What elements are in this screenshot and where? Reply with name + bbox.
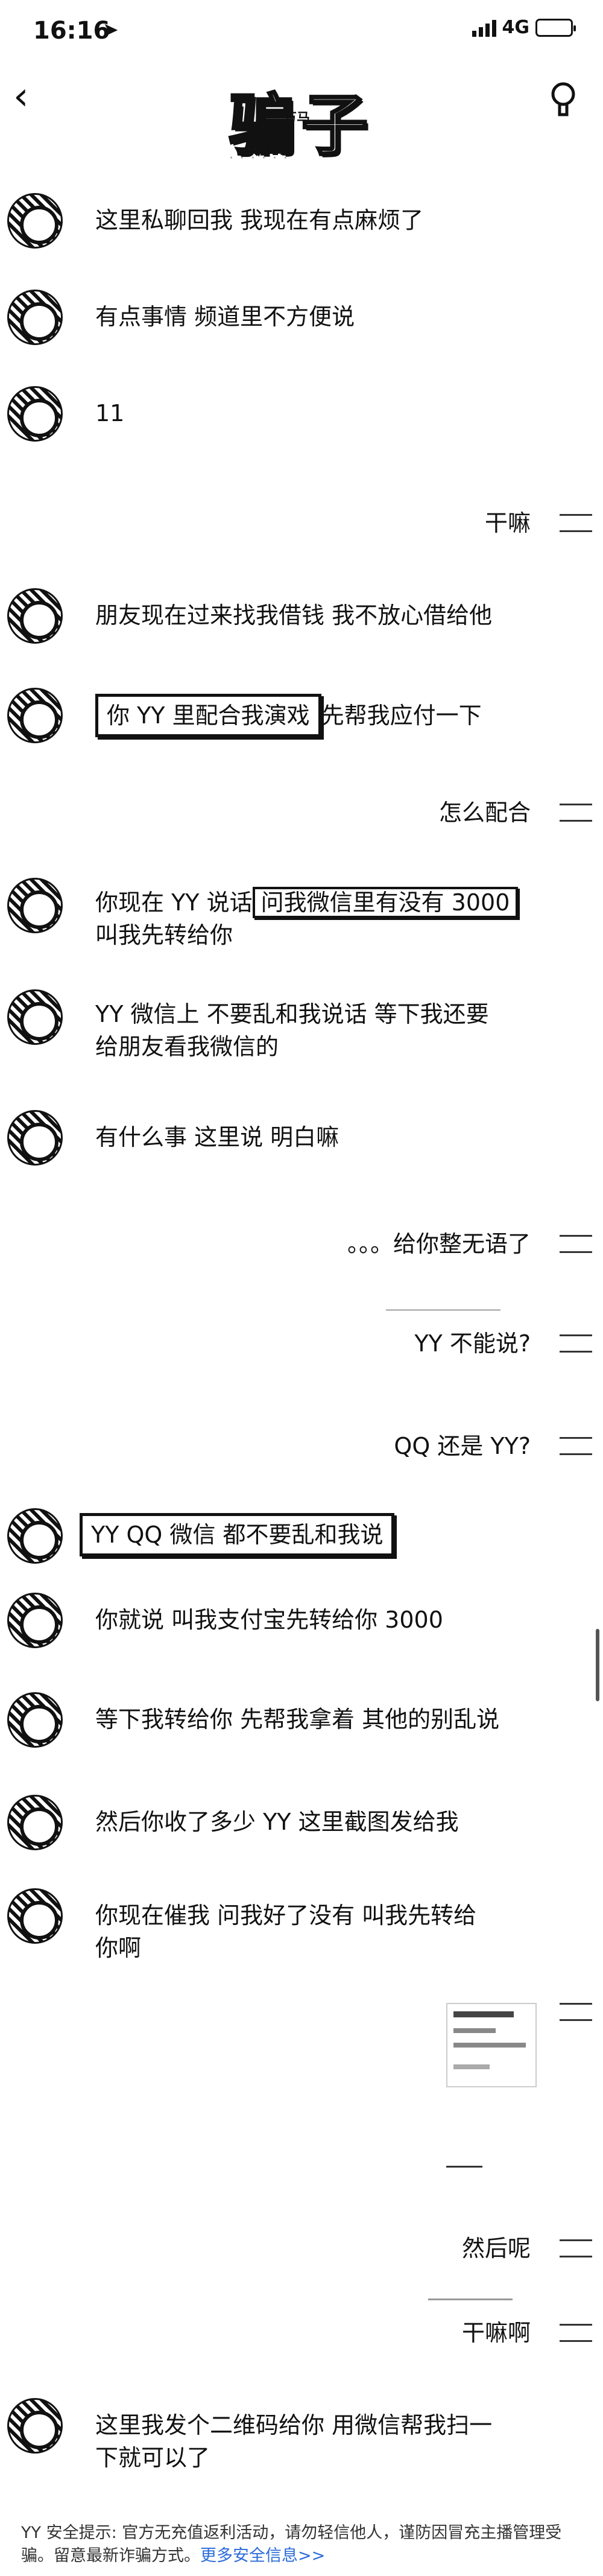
divider bbox=[446, 2166, 482, 2168]
scrollbar[interactable] bbox=[596, 1629, 599, 1701]
status-bar: 16:16 ➤ 4G bbox=[0, 0, 603, 60]
status-time: 16:16 bbox=[33, 17, 110, 45]
avatar[interactable] bbox=[7, 878, 63, 933]
message-line2: 给朋友看我微信的 bbox=[95, 1033, 279, 1060]
highlight-box: YY QQ 微信 都不要乱和我说 bbox=[80, 1513, 395, 1556]
highlight-box: 问我微信里有没有 3000 bbox=[252, 887, 519, 918]
message-text: 你 YY 里配合我演戏 先帮我应付一下 bbox=[95, 694, 482, 737]
message-text: 朋友现在过来找我借钱 我不放心借给他 bbox=[95, 602, 493, 629]
self-avatar[interactable] bbox=[560, 2239, 592, 2257]
avatar[interactable] bbox=[7, 193, 63, 249]
message-text: 等下我转给你 先帮我拿着 其他的别乱说 bbox=[95, 1706, 500, 1733]
self-avatar[interactable] bbox=[560, 2003, 592, 2021]
avatar[interactable] bbox=[7, 1593, 63, 1648]
message-text: 这里我发个二维码给你 用微信帮我扫一 下就可以了 bbox=[95, 2409, 492, 2474]
message-text: 这里私聊回我 我现在有点麻烦了 bbox=[95, 207, 424, 233]
message-text: 怎么配合 bbox=[438, 799, 531, 826]
self-avatar[interactable] bbox=[560, 514, 592, 532]
image-message[interactable] bbox=[446, 2003, 537, 2087]
divider bbox=[428, 2298, 513, 2300]
avatar[interactable] bbox=[7, 1692, 63, 1748]
title-mark: 万马 bbox=[283, 111, 311, 126]
message-text: 11 bbox=[95, 400, 125, 427]
message-text: YY 微信上 不要乱和我说话 等下我还要 给朋友看我微信的 bbox=[95, 998, 489, 1063]
message-text: 你就说 叫我支付宝先转给你 3000 bbox=[95, 1607, 443, 1633]
avatar[interactable] bbox=[7, 1888, 63, 1944]
avatar[interactable] bbox=[7, 1508, 63, 1564]
message-line2: 下就可以了 bbox=[95, 2444, 210, 2471]
message-text: 干嘛啊 bbox=[461, 2320, 531, 2346]
message-line1: 你现在催我 问我好了没有 叫我先转给 bbox=[95, 1902, 477, 1929]
status-right: 4G bbox=[472, 17, 576, 38]
message-text: 你现在 YY 说话 问我微信里有没有 3000 叫我先转给你 bbox=[95, 886, 519, 951]
message-pre: 你现在 YY 说话 bbox=[95, 889, 253, 916]
self-avatar[interactable] bbox=[560, 1235, 592, 1253]
more-safety-link[interactable]: 更多安全信息>> bbox=[200, 2546, 325, 2565]
message-text: 有点事情 频道里不方便说 bbox=[95, 303, 355, 330]
message-text: 有什么事 这里说 明白嘛 bbox=[95, 1124, 339, 1150]
network-label: 4G bbox=[502, 17, 530, 38]
message-text: 干嘛 bbox=[484, 510, 531, 536]
message-line1: YY 微信上 不要乱和我说话 等下我还要 bbox=[95, 1001, 489, 1027]
divider bbox=[386, 1309, 500, 1311]
avatar[interactable] bbox=[7, 1795, 63, 1850]
safety-label: YY 安全提示: bbox=[21, 2524, 117, 2542]
nav-bar: ‹ 骗子 万马 · · · · · · bbox=[0, 60, 603, 166]
location-arrow-icon: ➤ bbox=[103, 18, 119, 41]
battery-icon bbox=[535, 18, 576, 37]
page-subtitle: · · · · · · bbox=[229, 151, 289, 166]
message-text: 你现在催我 问我好了没有 叫我先转给 你啊 bbox=[95, 1899, 476, 1964]
message-text: 然后你收了多少 YY 这里截图发给我 bbox=[95, 1809, 459, 1835]
avatar[interactable] bbox=[7, 989, 63, 1045]
message-text: 。。。给你整无语了 bbox=[347, 1231, 531, 1257]
avatar[interactable] bbox=[7, 290, 63, 345]
avatar[interactable] bbox=[7, 2398, 63, 2454]
message-text: YY 不能说? bbox=[414, 1330, 531, 1357]
avatar[interactable] bbox=[7, 386, 63, 442]
self-avatar[interactable] bbox=[560, 1334, 592, 1353]
person-icon[interactable] bbox=[546, 81, 580, 118]
message-text: QQ 还是 YY? bbox=[394, 1433, 531, 1459]
highlight-box: 你 YY 里配合我演戏 bbox=[95, 694, 321, 737]
message-rest: 先帮我应付一下 bbox=[321, 702, 482, 729]
message-text: 然后呢 bbox=[461, 2235, 531, 2262]
message-line2: 叫我先转给你 bbox=[95, 922, 233, 948]
message-line1: 这里我发个二维码给你 用微信帮我扫一 bbox=[95, 2412, 493, 2438]
self-avatar[interactable] bbox=[560, 2324, 592, 2342]
avatar[interactable] bbox=[7, 1110, 63, 1166]
message-line2: 你啊 bbox=[95, 1935, 142, 1961]
avatar[interactable] bbox=[7, 588, 63, 644]
message-text: YY QQ 微信 都不要乱和我说 bbox=[80, 1513, 395, 1556]
self-avatar[interactable] bbox=[560, 1437, 592, 1455]
signal-icon bbox=[472, 19, 496, 37]
self-avatar[interactable] bbox=[560, 804, 592, 822]
safety-notice: YY 安全提示: 官方无充值返利活动，请勿轻信他人，谨防因冒充主播管理受骗。留意… bbox=[21, 2522, 582, 2568]
avatar[interactable] bbox=[7, 688, 63, 743]
